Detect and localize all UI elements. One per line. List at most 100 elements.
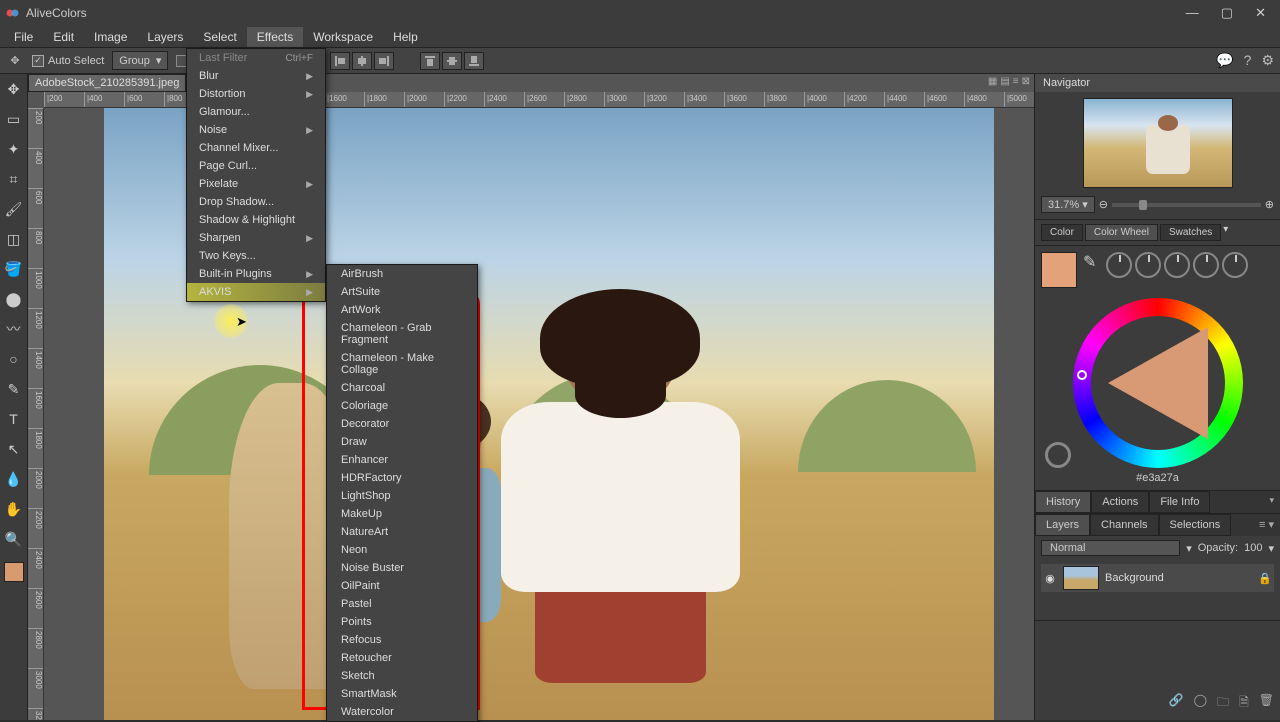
menu-item-glamour-[interactable]: Glamour... [187,103,325,121]
submenu-item-smartmask[interactable]: SmartMask [327,685,477,703]
extra-dial[interactable] [1222,252,1248,278]
settings-icon[interactable]: ⚙ [1261,52,1274,69]
guides-icon[interactable]: ≡ [1013,76,1019,87]
panel-menu-icon[interactable]: ▾ [1263,491,1280,513]
grid-icon[interactable]: ▦ [988,76,997,87]
link-layers-icon[interactable]: 🔗 [1169,693,1184,714]
text-tool[interactable]: T [3,408,25,430]
tab-layers[interactable]: Layers [1035,514,1090,536]
minimize-button[interactable]: — [1186,5,1199,21]
navigator-preview[interactable] [1035,92,1280,194]
sat-dial[interactable] [1135,252,1161,278]
magic-wand-tool[interactable]: ✦ [3,138,25,160]
light-dial[interactable] [1164,252,1190,278]
menu-select[interactable]: Select [193,27,246,47]
align-bottom-icon[interactable] [464,52,484,70]
submenu-item-sketch[interactable]: Sketch [327,667,477,685]
opacity-value[interactable]: 100 [1244,542,1262,554]
menu-item-sharpen[interactable]: Sharpen▶ [187,229,325,247]
menu-item-drop-shadow-[interactable]: Drop Shadow... [187,193,325,211]
path-tool[interactable]: ↖ [3,438,25,460]
submenu-item-watercolor[interactable]: Watercolor [327,703,477,721]
lock-icon[interactable]: 🔒 [1258,572,1272,585]
submenu-item-hdrfactory[interactable]: HDRFactory [327,469,477,487]
blend-mode-dropdown[interactable]: Normal [1041,540,1180,556]
align-hcenter-icon[interactable] [352,52,372,70]
submenu-item-pastel[interactable]: Pastel [327,595,477,613]
auto-select-checkbox[interactable]: ✓Auto Select [32,55,104,67]
submenu-item-lightshop[interactable]: LightShop [327,487,477,505]
menu-item-distortion[interactable]: Distortion▶ [187,85,325,103]
submenu-item-artwork[interactable]: ArtWork [327,301,477,319]
layer-visibility-icon[interactable]: ◉ [1043,572,1057,585]
submenu-item-points[interactable]: Points [327,613,477,631]
tab-channels[interactable]: Channels [1090,514,1158,536]
panel-menu-icon[interactable]: ▾ [1223,224,1228,241]
close-doc-icon[interactable]: ⊠ [1022,76,1030,87]
menu-item-akvis[interactable]: AKVIS▶ [187,283,325,301]
submenu-item-chameleon-make-collage[interactable]: Chameleon - Make Collage [327,349,477,379]
submenu-item-neon[interactable]: Neon [327,541,477,559]
eyedropper-icon[interactable]: ✎ [1083,252,1096,272]
tab-color[interactable]: Color [1041,224,1083,241]
marquee-tool[interactable]: ▭ [3,108,25,130]
submenu-item-airbrush[interactable]: AirBrush [327,265,477,283]
menu-item-channel-mixer-[interactable]: Channel Mixer... [187,139,325,157]
submenu-item-enhancer[interactable]: Enhancer [327,451,477,469]
fill-tool[interactable]: 🪣 [3,258,25,280]
foreground-swatch[interactable] [4,562,24,582]
align-right-icon[interactable] [374,52,394,70]
submenu-item-charcoal[interactable]: Charcoal [327,379,477,397]
move-tool[interactable]: ✥ [3,78,25,100]
submenu-item-makeup[interactable]: MakeUp [327,505,477,523]
current-color-swatch[interactable] [1041,252,1077,288]
menu-effects[interactable]: Effects [247,27,303,47]
submenu-item-oilpaint[interactable]: OilPaint [327,577,477,595]
layer-item-background[interactable]: ◉ Background 🔒 [1041,564,1274,592]
help-icon[interactable]: ? [1244,52,1252,69]
brush-tool[interactable]: 🖌 [3,198,25,220]
submenu-item-retoucher[interactable]: Retoucher [327,649,477,667]
submenu-item-noise-buster[interactable]: Noise Buster [327,559,477,577]
menu-image[interactable]: Image [84,27,137,47]
close-button[interactable]: ✕ [1255,5,1266,21]
tab-actions[interactable]: Actions [1091,491,1149,513]
menu-workspace[interactable]: Workspace [303,27,383,47]
delete-layer-icon[interactable]: 🗑 [1259,693,1274,714]
tab-color-wheel[interactable]: Color Wheel [1085,224,1158,241]
zoom-in-button[interactable]: ⊕ [1265,198,1274,211]
tab-file-info[interactable]: File Info [1149,491,1210,513]
feedback-icon[interactable]: 💬 [1216,52,1233,69]
menu-item-built-in-plugins[interactable]: Built-in Plugins▶ [187,265,325,283]
group-dropdown[interactable]: Group▾ [112,51,168,70]
new-layer-icon[interactable]: 🗎 [1239,693,1249,714]
hex-value[interactable]: #e3a27a [1136,472,1179,484]
menu-item-blur[interactable]: Blur▶ [187,67,325,85]
align-vcenter-icon[interactable] [442,52,462,70]
zoom-tool[interactable]: 🔍 [3,528,25,550]
document-tab[interactable]: AdobeStock_210285391.jpeg [28,74,186,92]
zoom-slider[interactable] [1112,203,1261,207]
new-mask-icon[interactable]: ◯ [1194,693,1207,714]
submenu-item-chameleon-grab-fragment[interactable]: Chameleon - Grab Fragment [327,319,477,349]
stamp-tool[interactable]: ⬤ [3,288,25,310]
eraser-tool[interactable]: ◫ [3,228,25,250]
hue-dial[interactable] [1106,252,1132,278]
smudge-tool[interactable]: 〰 [3,318,25,340]
submenu-item-decorator[interactable]: Decorator [327,415,477,433]
menu-layers[interactable]: Layers [137,27,193,47]
color-wheel[interactable] [1073,298,1243,468]
menu-item-two-keys-[interactable]: Two Keys... [187,247,325,265]
tab-history[interactable]: History [1035,491,1091,513]
menu-edit[interactable]: Edit [43,27,84,47]
menu-file[interactable]: File [4,27,43,47]
menu-item-pixelate[interactable]: Pixelate▶ [187,175,325,193]
menu-item-page-curl-[interactable]: Page Curl... [187,157,325,175]
submenu-item-artsuite[interactable]: ArtSuite [327,283,477,301]
crop-tool[interactable]: ⌗ [3,168,25,190]
ruler-icon[interactable]: ▤ [1000,76,1009,87]
maximize-button[interactable]: ▢ [1221,5,1233,21]
submenu-item-draw[interactable]: Draw [327,433,477,451]
pencil-tool[interactable]: ✎ [3,378,25,400]
zoom-out-button[interactable]: ⊖ [1099,198,1108,211]
